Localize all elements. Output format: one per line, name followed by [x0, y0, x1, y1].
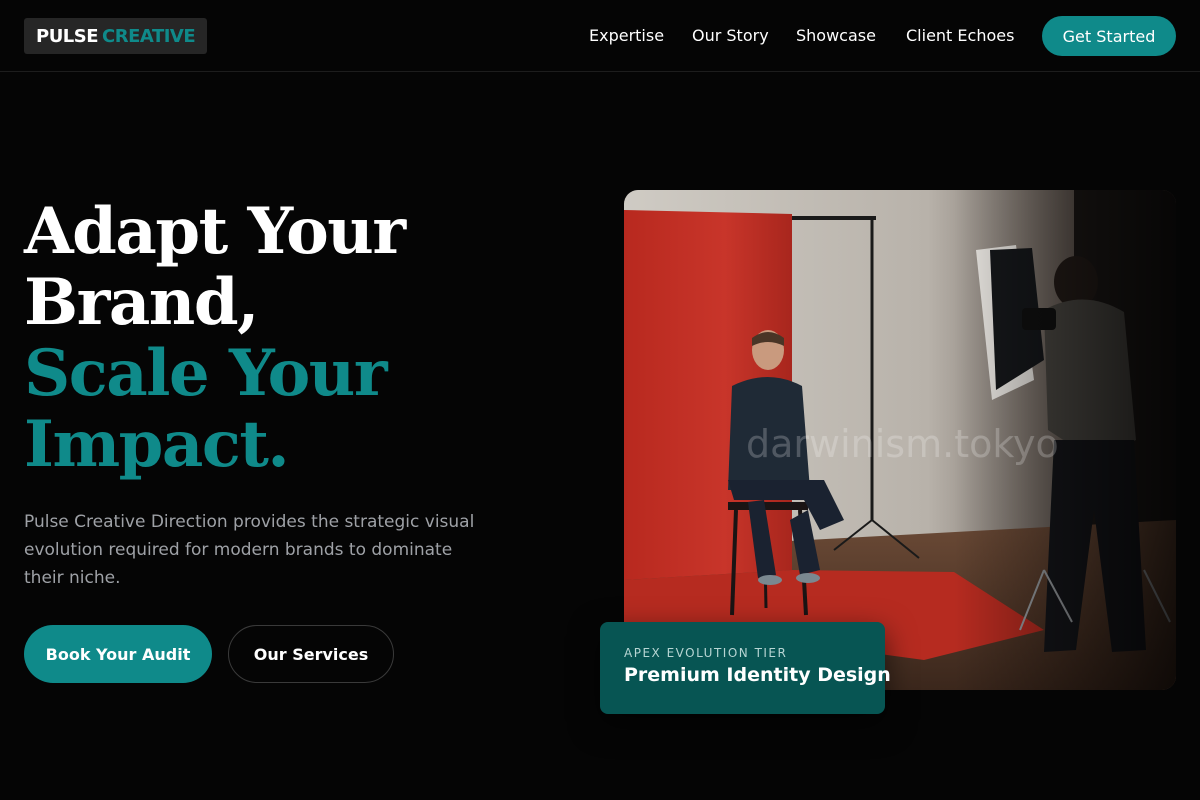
hero-lead: Pulse Creative Direction provides the st… [24, 512, 475, 588]
brand-logo-word-1: PULSE [36, 25, 99, 47]
hero-photo: darwinism.tokyo [624, 190, 1176, 690]
headline-line-3: Scale Your [24, 336, 388, 411]
our-services-button[interactable]: Our Services [228, 625, 394, 683]
brand-logo-word-2: CREATIVE [102, 25, 196, 47]
hero-headline: Adapt Your Brand, Scale Your Impact. [24, 194, 406, 482]
tier-card-kicker: APEX EVOLUTION TIER [624, 646, 788, 660]
book-audit-button[interactable]: Book Your Audit [24, 625, 212, 683]
get-started-button[interactable]: Get Started [1042, 16, 1176, 56]
brand-logo[interactable]: PULSE CREATIVE [24, 18, 208, 54]
tier-card: APEX EVOLUTION TIER Premium Identity Des… [600, 622, 891, 714]
nav-link-client-echoes[interactable]: Client Echoes [906, 26, 1014, 45]
photo-watermark: darwinism.tokyo [746, 422, 1059, 466]
site-header: PULSE CREATIVE Expertise Our Story Showc… [0, 0, 1200, 72]
nav-link-showcase[interactable]: Showcase [796, 26, 876, 45]
nav-link-our-story[interactable]: Our Story [692, 26, 769, 45]
headline-line-2: Brand, [24, 265, 259, 340]
nav-link-expertise[interactable]: Expertise [589, 26, 664, 45]
tier-card-title: Premium Identity Design [624, 664, 891, 686]
headline-line-4: Impact. [24, 407, 290, 482]
headline-line-1: Adapt Your [24, 194, 406, 269]
